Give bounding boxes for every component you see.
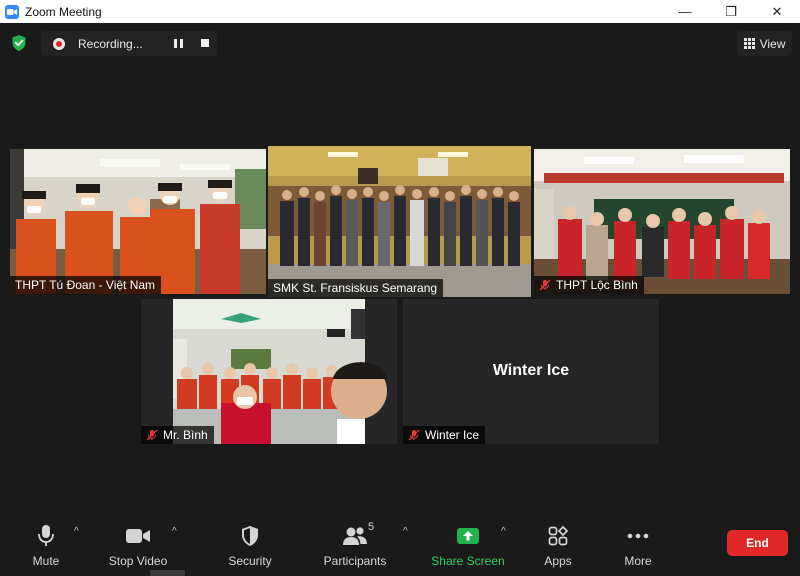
grid-view-icon: [743, 38, 755, 49]
muted-mic-icon: [146, 429, 158, 441]
share-screen-icon: [456, 524, 480, 548]
participant-name: Mr. Bình: [163, 428, 208, 442]
apps-icon: [548, 524, 568, 548]
video-tile-participant-4[interactable]: Mr. Bình: [141, 299, 397, 444]
video-camera-icon: [125, 524, 151, 548]
participant-name-tag: THPT Tú Đoan - Việt Nam: [10, 276, 162, 294]
video-tile-participant-2[interactable]: SMK St. Fransiskus Semarang: [268, 146, 531, 297]
stop-video-label: Stop Video: [108, 554, 168, 568]
view-button[interactable]: View: [737, 31, 792, 56]
zoom-logo-icon: [5, 4, 19, 19]
video-tile-participant-5[interactable]: Winter Ice Winter Ice: [403, 299, 659, 444]
mute-label: Mute: [32, 554, 60, 568]
muted-mic-icon: [408, 429, 420, 441]
recording-dot-icon: [53, 37, 65, 50]
stop-video-button[interactable]: Stop Video: [104, 512, 172, 576]
share-screen-label: Share Screen: [431, 554, 505, 568]
participants-icon: 5: [342, 521, 374, 548]
security-label: Security: [228, 554, 272, 568]
participant-video-feed: [534, 149, 790, 294]
close-button[interactable]: ✕: [754, 0, 800, 23]
view-label: View: [759, 36, 786, 51]
security-button[interactable]: Security: [222, 512, 278, 576]
recording-label: Recording...: [78, 36, 143, 51]
stop-recording-icon[interactable]: [201, 39, 209, 47]
participant-name-tag: Winter Ice: [403, 426, 486, 444]
more-label: More: [624, 554, 652, 568]
recording-indicator: Recording...: [41, 31, 217, 56]
participant-name-tag: Mr. Bình: [141, 426, 214, 444]
share-screen-button[interactable]: Share Screen: [430, 512, 506, 576]
participant-name-tag: THPT Lộc Bình: [534, 276, 644, 294]
apps-label: Apps: [544, 554, 572, 568]
window-title: Zoom Meeting: [25, 4, 102, 19]
participant-name: THPT Tú Đoan - Việt Nam: [15, 278, 156, 292]
more-button[interactable]: More: [618, 512, 658, 576]
window-controls: — ❐ ✕: [662, 0, 800, 23]
participants-button[interactable]: 5 Participants: [318, 512, 392, 576]
video-tile-participant-3[interactable]: THPT Lộc Bình: [534, 149, 790, 294]
title-bar: Zoom Meeting — ❐ ✕: [0, 0, 800, 23]
encryption-shield-icon[interactable]: [11, 34, 27, 57]
horizontal-scrollbar[interactable]: [150, 570, 185, 576]
end-meeting-button[interactable]: End: [727, 530, 788, 556]
share-options-caret-icon[interactable]: ^: [501, 526, 506, 537]
minimize-button[interactable]: —: [662, 0, 708, 23]
participants-label: Participants: [323, 554, 387, 568]
meeting-toolbar: Mute ^ Stop Video ^ Security 5 Participa…: [0, 512, 800, 576]
participant-video-feed: [10, 149, 266, 294]
video-tile-participant-1[interactable]: THPT Tú Đoan - Việt Nam: [10, 149, 266, 294]
participant-video-feed: [141, 299, 397, 444]
microphone-icon: [37, 524, 55, 548]
participants-options-caret-icon[interactable]: ^: [403, 526, 408, 537]
security-shield-icon: [241, 524, 259, 548]
participant-video-feed: [268, 146, 531, 297]
apps-button[interactable]: Apps: [538, 512, 578, 576]
participant-name: SMK St. Fransiskus Semarang: [273, 281, 438, 295]
maximize-button[interactable]: ❐: [708, 0, 754, 23]
video-options-caret-icon[interactable]: ^: [172, 526, 177, 537]
participant-name: Winter Ice: [425, 428, 480, 442]
pause-recording-icon[interactable]: [174, 39, 183, 48]
more-dots-icon: [627, 524, 649, 548]
mute-options-caret-icon[interactable]: ^: [74, 526, 79, 537]
participants-count: 5: [368, 521, 375, 533]
participant-display-name: Winter Ice: [492, 361, 570, 379]
participant-name-tag: SMK St. Fransiskus Semarang: [268, 279, 444, 297]
mute-button[interactable]: Mute: [22, 512, 70, 576]
participant-name: THPT Lộc Bình: [556, 278, 638, 292]
muted-mic-icon: [539, 279, 551, 291]
